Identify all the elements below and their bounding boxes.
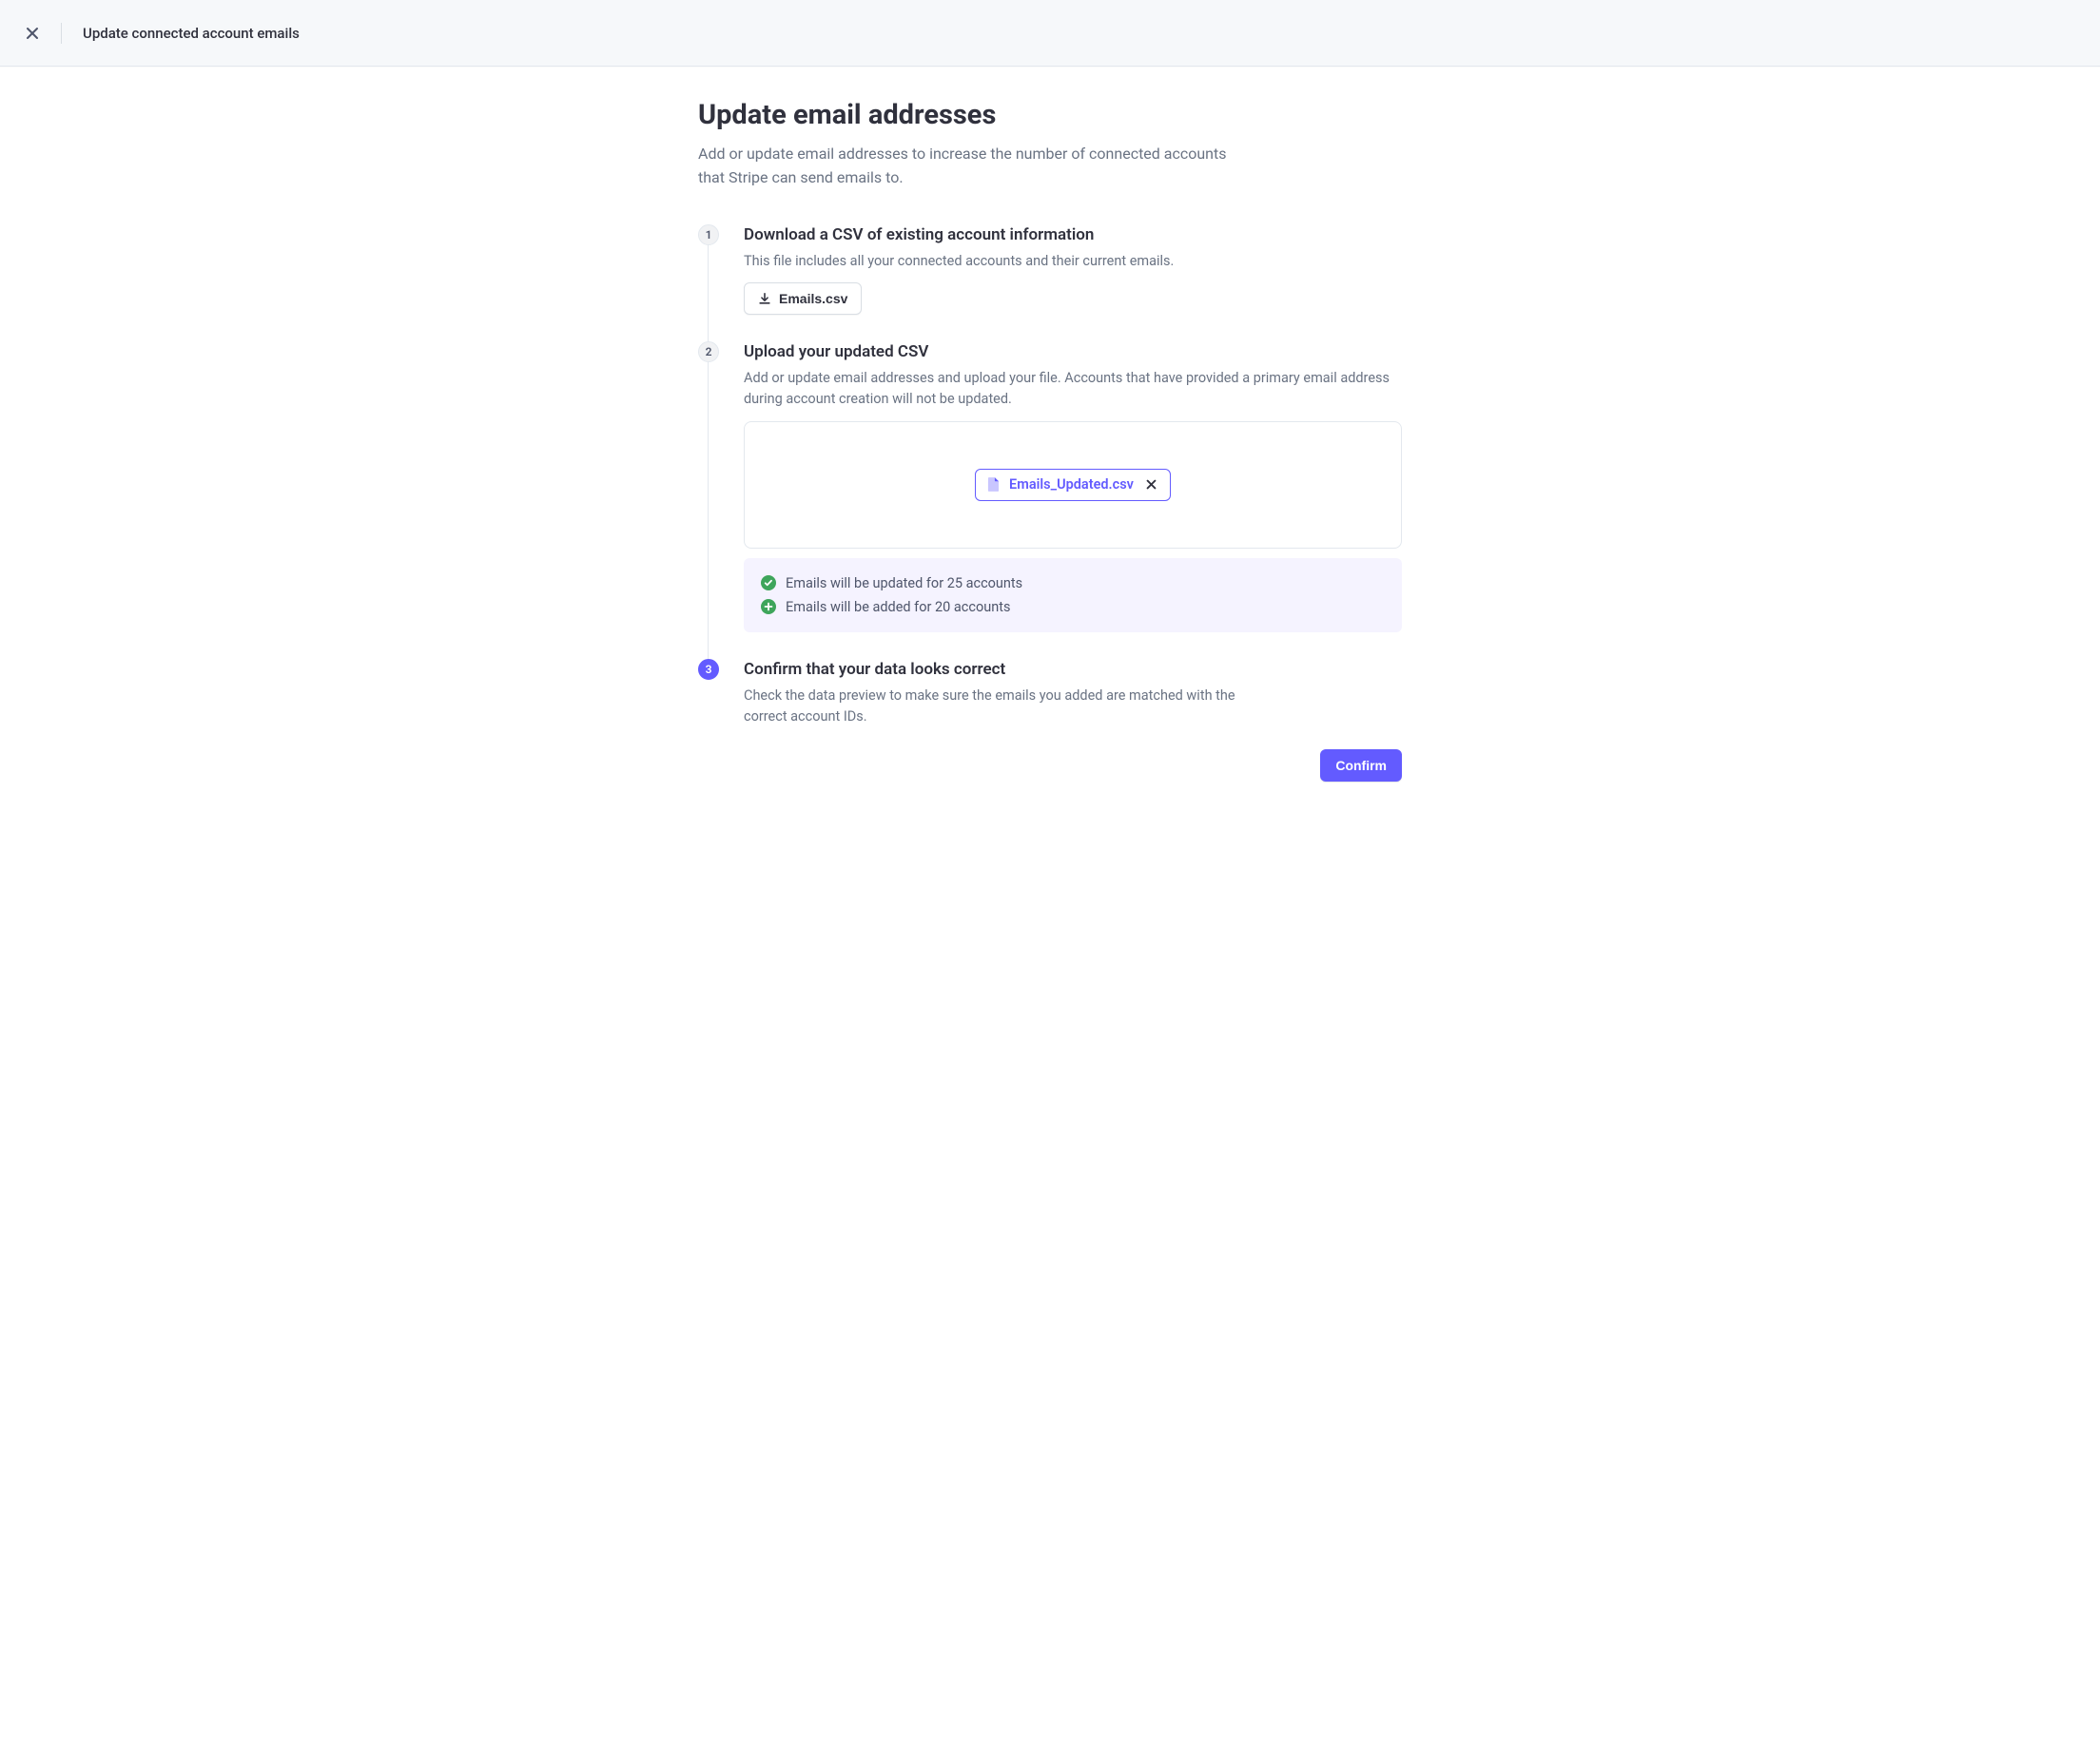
close-button[interactable] — [19, 20, 46, 47]
topbar: Update connected account emails — [0, 0, 2100, 67]
upload-dropzone[interactable]: Emails_Updated.csv — [744, 421, 1402, 549]
uploaded-file-name: Emails_Updated.csv — [1009, 476, 1134, 493]
upload-summary-panel: Emails will be updated for 25 accounts E… — [744, 558, 1402, 632]
step-connector — [708, 362, 709, 661]
page-title: Update email addresses — [698, 99, 1402, 131]
summary-updated-text: Emails will be updated for 25 accounts — [786, 575, 1022, 591]
download-csv-button[interactable]: Emails.csv — [744, 282, 862, 315]
download-csv-label: Emails.csv — [779, 291, 847, 306]
main-content: Update email addresses Add or update ema… — [689, 67, 1411, 839]
step-title: Upload your updated CSV — [744, 341, 1402, 362]
step-badge-2: 2 — [698, 341, 719, 362]
summary-added-text: Emails will be added for 20 accounts — [786, 599, 1010, 615]
summary-row-added: Emails will be added for 20 accounts — [761, 595, 1385, 619]
topbar-title: Update connected account emails — [83, 25, 300, 42]
summary-row-updated: Emails will be updated for 25 accounts — [761, 571, 1385, 595]
step-confirm: 3 Confirm that your data looks correct C… — [698, 659, 1402, 783]
close-icon — [1146, 479, 1157, 490]
step-upload: 2 Upload your updated CSV Add or update … — [698, 341, 1402, 659]
plus-circle-icon — [761, 599, 776, 614]
step-badge-3: 3 — [698, 659, 719, 680]
download-icon — [758, 292, 771, 305]
checkmark-circle-icon — [761, 575, 776, 590]
topbar-divider — [61, 23, 62, 44]
step-desc: This file includes all your connected ac… — [744, 251, 1400, 272]
close-icon — [26, 27, 39, 40]
step-download: 1 Download a CSV of existing account inf… — [698, 224, 1402, 342]
remove-uploaded-file-button[interactable] — [1143, 476, 1160, 493]
step-actions: Confirm — [744, 749, 1402, 782]
step-title: Download a CSV of existing account infor… — [744, 224, 1402, 245]
step-desc: Check the data preview to make sure the … — [744, 686, 1238, 727]
page-subtitle: Add or update email addresses to increas… — [698, 143, 1231, 190]
uploaded-file-chip: Emails_Updated.csv — [975, 469, 1171, 501]
confirm-button[interactable]: Confirm — [1320, 749, 1402, 782]
step-badge-1: 1 — [698, 224, 719, 245]
file-icon — [987, 477, 1000, 492]
steps: 1 Download a CSV of existing account inf… — [698, 224, 1402, 783]
step-title: Confirm that your data looks correct — [744, 659, 1402, 680]
step-connector — [708, 245, 709, 344]
step-desc: Add or update email addresses and upload… — [744, 368, 1400, 410]
